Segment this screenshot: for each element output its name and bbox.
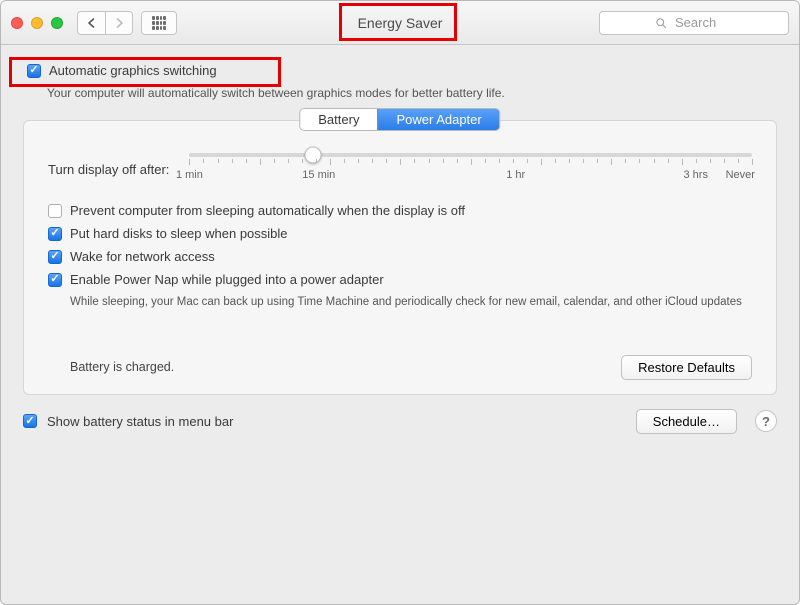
display-off-slider[interactable]: 1 min15 min1 hr3 hrsNever (189, 153, 752, 185)
option-checkbox[interactable] (48, 273, 62, 287)
slider-tick-labels: 1 min15 min1 hr3 hrsNever (189, 169, 752, 185)
back-button[interactable] (77, 11, 105, 35)
tab-switcher: Battery Power Adapter (299, 108, 500, 131)
show-all-button[interactable] (141, 11, 177, 35)
search-icon (655, 17, 667, 29)
option-subtext: While sleeping, your Mac can back up usi… (70, 295, 752, 311)
show-battery-menubar-checkbox[interactable] (23, 414, 37, 428)
slider-tick-label: 3 hrs (684, 169, 708, 181)
option-row: Enable Power Nap while plugged into a po… (48, 272, 752, 287)
automatic-graphics-row: Automatic graphics switching (23, 59, 777, 82)
option-label: Enable Power Nap while plugged into a po… (70, 272, 384, 287)
chevron-left-icon (87, 18, 96, 28)
slider-tick-label: 15 min (302, 169, 335, 181)
chevron-right-icon (115, 18, 124, 28)
bottom-row: Show battery status in menu bar Schedule… (23, 409, 777, 434)
panel-footer: Battery is charged. Restore Defaults (48, 355, 752, 380)
option-label: Prevent computer from sleeping automatic… (70, 203, 465, 218)
window: Energy Saver Automatic graphics switchin… (0, 0, 800, 605)
help-button[interactable]: ? (755, 410, 777, 432)
toolbar: Energy Saver (1, 1, 799, 45)
option-label: Wake for network access (70, 249, 215, 264)
schedule-button[interactable]: Schedule… (636, 409, 737, 434)
search-input[interactable] (673, 14, 733, 31)
energy-panel: Battery Power Adapter Turn display off a… (23, 120, 777, 395)
window-title: Energy Saver (344, 11, 457, 35)
tab-power-adapter[interactable]: Power Adapter (377, 109, 499, 130)
option-label: Put hard disks to sleep when possible (70, 226, 288, 241)
display-off-label: Turn display off after: (48, 162, 169, 177)
slider-tick-label: 1 min (176, 169, 203, 181)
content: Automatic graphics switching Your comput… (1, 45, 799, 604)
battery-status: Battery is charged. (70, 360, 174, 374)
option-checkbox[interactable] (48, 204, 62, 218)
display-off-row: Turn display off after: 1 min 15 min 1 hr 3… (48, 153, 752, 185)
option-checkbox[interactable] (48, 250, 62, 264)
slider-tick-label: 1 hr (506, 169, 525, 181)
options-list: Prevent computer from sleeping automatic… (48, 203, 752, 311)
option-row: Prevent computer from sleeping automatic… (48, 203, 752, 218)
slider-tick-label: Never (726, 169, 755, 181)
show-battery-menubar-label: Show battery status in menu bar (47, 414, 233, 429)
option-row: Put hard disks to sleep when possible (48, 226, 752, 241)
nav-buttons (77, 11, 133, 35)
option-row: Wake for network access (48, 249, 752, 264)
restore-defaults-button[interactable]: Restore Defaults (621, 355, 752, 380)
forward-button[interactable] (105, 11, 133, 35)
slider-ticks (189, 159, 752, 165)
grid-icon (152, 16, 166, 30)
zoom-window-button[interactable] (51, 17, 63, 29)
automatic-graphics-label: Automatic graphics switching (49, 63, 217, 78)
automatic-graphics-note: Your computer will automatically switch … (47, 86, 777, 100)
minimize-window-button[interactable] (31, 17, 43, 29)
automatic-graphics-checkbox[interactable] (27, 64, 41, 78)
search-field[interactable] (599, 11, 789, 35)
close-window-button[interactable] (11, 17, 23, 29)
traffic-lights (11, 17, 63, 29)
tab-battery[interactable]: Battery (300, 109, 377, 130)
option-checkbox[interactable] (48, 227, 62, 241)
